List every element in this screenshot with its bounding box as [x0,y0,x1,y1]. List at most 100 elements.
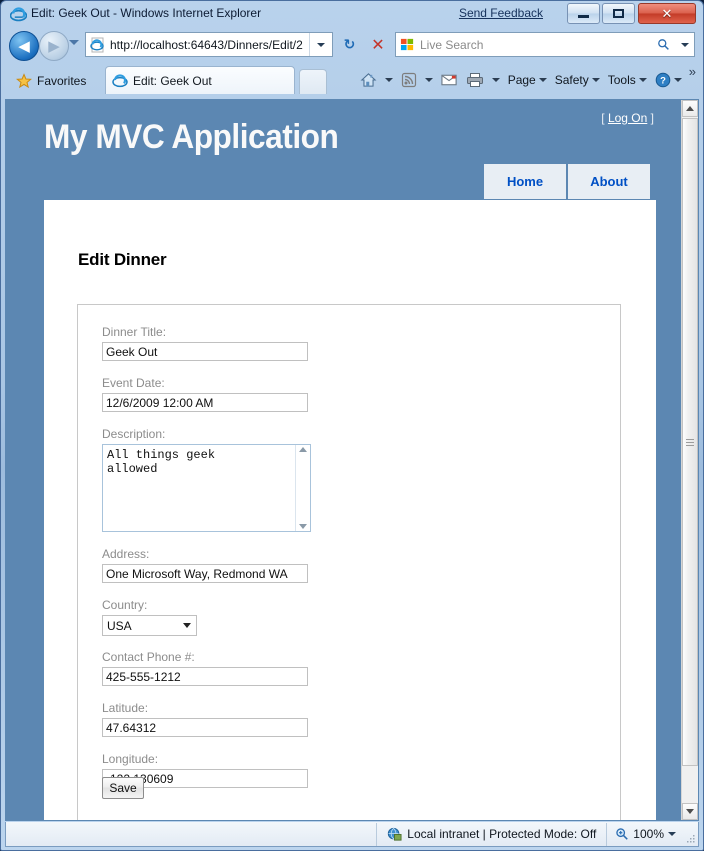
maximize-button[interactable] [602,3,635,24]
scroll-up-button[interactable] [682,100,698,117]
country-dropdown-arrow[interactable] [178,623,196,628]
print-dropdown[interactable] [488,67,504,93]
help-icon: ? [655,72,671,88]
description-scrollbar[interactable] [295,445,310,531]
refresh-button[interactable]: ↻ [337,32,362,57]
contact-phone-input[interactable]: 425-555-1212 [102,667,308,686]
local-intranet-icon [388,827,402,841]
close-icon: ✕ [661,6,673,21]
forward-button[interactable]: ▶ [39,31,69,61]
zoom-level-text: 100% [633,827,664,841]
refresh-icon: ↻ [343,36,356,52]
tab-bar: Favorites Edit: Geek Out Page Safety Too… [1,63,703,99]
logon-bracket-right: ] [650,111,654,125]
address-bar[interactable]: http://localhost:64643/Dinners/Edit/2 [85,32,333,57]
window-title: Edit: Geek Out - Windows Internet Explor… [31,6,262,20]
command-bar-overflow-button[interactable]: » [686,65,699,78]
search-icon[interactable] [650,38,676,51]
minimize-button[interactable] [567,3,600,24]
latitude-label: Latitude: [102,701,149,715]
help-menu[interactable]: ? [651,67,686,93]
navigation-bar: ◀ ▶ http://localhost:64643/Dinners/Edit/… [1,28,703,63]
field-country: Country: USA [102,598,197,636]
page-menu[interactable]: Page [504,67,551,93]
field-dinner-title: Dinner Title: Geek Out [102,325,308,361]
mail-button[interactable] [437,67,462,93]
search-dropdown-button[interactable] [676,42,694,47]
home-dropdown[interactable] [381,67,397,93]
close-button[interactable]: ✕ [638,3,696,24]
main-content: Edit Dinner Dinner Title: Geek Out Event… [44,200,656,820]
mail-icon [441,74,457,86]
home-icon [360,72,377,87]
latitude-input[interactable]: 47.64312 [102,718,308,737]
field-address: Address: One Microsoft Way, Redmond WA [102,547,308,583]
scroll-down-icon [686,809,694,814]
feeds-button[interactable] [397,67,421,93]
address-dropdown-button[interactable] [309,33,332,56]
page-vertical-scrollbar[interactable] [681,100,698,820]
chevron-down-icon [538,78,547,82]
forward-arrow-icon: ▶ [48,37,60,55]
nav-item-home[interactable]: Home [484,164,566,199]
tab-favicon-icon [112,73,128,87]
address-url-text: http://localhost:64643/Dinners/Edit/2 [110,37,303,52]
send-feedback-link[interactable]: Send Feedback [459,6,543,20]
country-label: Country: [102,598,148,612]
zoom-control[interactable]: 100% [606,822,684,846]
page-favicon-icon [90,37,104,52]
print-button[interactable] [462,67,488,93]
chevron-down-icon [384,78,393,82]
web-page: My MVC Application [ Log On ] Home About… [6,100,682,820]
longitude-label: Longitude: [102,752,159,766]
search-box[interactable]: Live Search [395,32,695,57]
command-bar: Page Safety Tools ? » [356,65,699,94]
search-input[interactable]: Live Search [420,38,650,52]
chevron-down-icon [638,78,647,82]
logon-link[interactable]: Log On [608,111,647,125]
stop-icon: ✕ [371,36,385,54]
save-button[interactable]: Save [102,777,144,799]
scroll-up-icon[interactable] [299,447,307,452]
scroll-down-button[interactable] [682,803,698,820]
feeds-dropdown[interactable] [421,67,437,93]
recent-pages-chevron-down-icon[interactable] [69,40,79,45]
chevron-down-icon [424,78,433,82]
home-button[interactable] [356,67,381,93]
resize-grip[interactable] [684,823,698,846]
back-arrow-icon: ◀ [18,37,30,55]
dinner-title-input[interactable]: Geek Out [102,342,308,361]
country-select[interactable]: USA [102,615,197,636]
stop-button[interactable]: ✕ [365,32,391,57]
event-date-input[interactable]: 12/6/2009 12:00 AM [102,393,308,412]
status-bar: Local intranet | Protected Mode: Off 100… [5,822,699,847]
tools-menu[interactable]: Tools [604,67,651,93]
scrollbar-thumb[interactable] [682,118,698,766]
page-title: Edit Dinner [78,250,167,269]
magnifier-glyph [657,39,669,50]
event-date-label: Event Date: [102,376,165,390]
scroll-down-icon[interactable] [299,524,307,529]
browser-tab-edit-geek-out[interactable]: Edit: Geek Out [105,66,295,94]
scroll-up-icon [686,106,694,111]
description-label: Description: [102,427,166,441]
field-event-date: Event Date: 12/6/2009 12:00 AM [102,376,308,412]
chevron-down-icon[interactable] [668,832,676,836]
nav-item-about[interactable]: About [568,164,650,199]
new-tab-button[interactable] [299,69,327,94]
address-input[interactable]: One Microsoft Way, Redmond WA [102,564,308,583]
description-textarea[interactable]: All things geek allowed [102,444,311,532]
field-latitude: Latitude: 47.64312 [102,701,308,737]
tab-title: Edit: Geek Out [133,73,212,88]
favorites-button[interactable]: Favorites [9,67,97,95]
security-zone-indicator[interactable]: Local intranet | Protected Mode: Off [376,822,606,846]
description-value[interactable]: All things geek allowed [103,445,295,531]
nav-item-home-label: Home [506,174,544,189]
safety-menu[interactable]: Safety [551,67,604,93]
dinner-title-label: Dinner Title: [102,325,167,339]
zoom-icon [616,828,629,840]
site-title: My MVC Application [44,118,339,156]
chevron-down-icon [183,623,191,628]
back-button[interactable]: ◀ [9,31,39,61]
chevron-down-icon [673,78,682,82]
